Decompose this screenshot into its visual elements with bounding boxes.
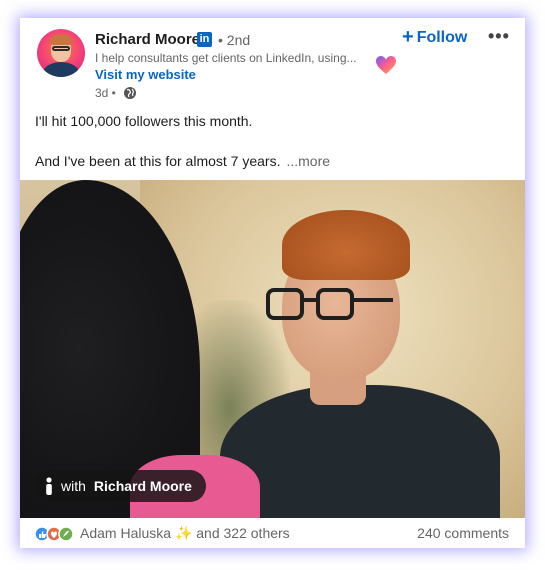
tag-prefix: with: [61, 478, 86, 494]
plus-icon: +: [402, 26, 414, 48]
author-name[interactable]: Richard Moore: [95, 31, 200, 48]
feed-post-card: Richard Moore in • 2nd I help consultant…: [20, 18, 525, 548]
photo-glasses-bridge: [303, 298, 317, 302]
avatar-hair: [50, 35, 72, 45]
more-dots-icon[interactable]: •••: [488, 26, 510, 47]
post-timestamp: 3d •: [95, 86, 116, 100]
see-more-link[interactable]: ...more: [286, 153, 330, 169]
tag-name: Richard Moore: [93, 478, 192, 494]
author-avatar[interactable]: [37, 29, 85, 77]
sparkle-icon: ✨: [174, 525, 193, 541]
post-image[interactable]: with Richard Moore: [20, 180, 525, 518]
reaction-summary[interactable]: Adam Haluska ✨ and 322 others: [80, 525, 290, 542]
photo-man-sweater: [220, 385, 500, 518]
follow-label: Follow: [416, 29, 468, 46]
post-header: Richard Moore in • 2nd I help consultant…: [20, 18, 525, 180]
follow-button[interactable]: + Follow: [402, 26, 467, 49]
globe-icon: [124, 87, 136, 99]
reactor-name: Adam Haluska: [80, 525, 172, 541]
heart-gradient-icon: [376, 56, 396, 74]
insightful-reaction-icon: [58, 526, 74, 542]
avatar-glasses: [52, 46, 70, 51]
social-counts-bar: Adam Haluska ✨ and 322 others 240 commen…: [20, 518, 525, 548]
post-text-line-2-body: And I've been at this for almost 7 years…: [35, 153, 281, 169]
visit-website-link[interactable]: Visit my website: [95, 67, 196, 82]
reaction-icons[interactable]: [34, 526, 78, 542]
post-text-line-1: I'll hit 100,000 followers this month.: [35, 113, 253, 129]
person-tag-pill[interactable]: with Richard Moore: [35, 470, 206, 502]
avatar-body: [43, 62, 79, 77]
photo-man-hair: [282, 210, 410, 280]
comments-count[interactable]: 240 comments: [417, 525, 509, 541]
author-headline: I help consultants get clients on Linked…: [95, 51, 357, 65]
connection-degree: • 2nd: [218, 32, 251, 48]
post-text-line-2: And I've been at this for almost 7 years…: [35, 153, 330, 169]
photo-glasses-right-lens: [316, 288, 354, 320]
person-tag-icon: [46, 477, 52, 495]
photo-glasses-temple: [353, 298, 393, 302]
photo-glasses-left-lens: [266, 288, 304, 320]
reaction-suffix: and 322 others: [196, 525, 290, 541]
linkedin-badge-icon: in: [197, 32, 212, 47]
